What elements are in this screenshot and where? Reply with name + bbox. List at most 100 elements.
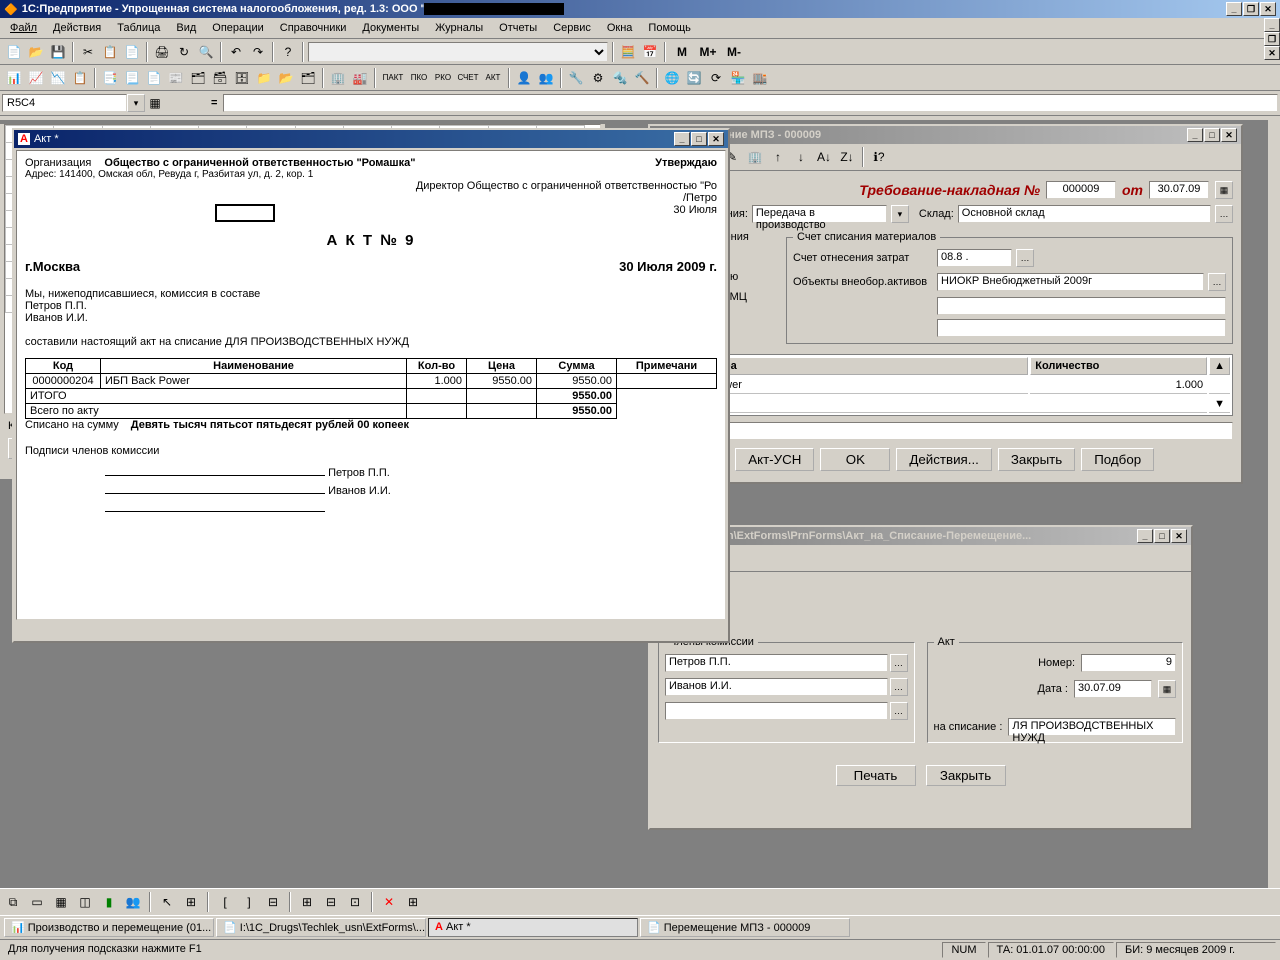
trans-btn-act[interactable]: Акт-УСН <box>735 448 814 471</box>
formula-input[interactable] <box>223 94 1278 112</box>
tb2-32[interactable]: 🏬 <box>750 68 770 88</box>
help-icon[interactable]: ? <box>278 42 298 62</box>
menu-journals[interactable]: Журналы <box>429 20 489 36</box>
task-1[interactable]: 📊 Производство и перемещение (01... <box>4 918 214 937</box>
calendar-icon[interactable]: 📅 <box>640 42 660 62</box>
save-icon[interactable]: 💾 <box>48 42 68 62</box>
minimize-btn[interactable]: _ <box>1226 2 1242 16</box>
new-icon[interactable]: 📄 <box>4 42 24 62</box>
goto-icon[interactable]: ▦ <box>145 93 165 113</box>
tb2-20[interactable]: СЧЕТ <box>456 68 480 88</box>
trans-tb-help[interactable]: ℹ? <box>869 147 889 167</box>
tb2-8[interactable]: 📰 <box>166 68 186 88</box>
close-btn[interactable]: ✕ <box>1260 2 1276 16</box>
ib-4[interactable]: ◫ <box>75 892 95 912</box>
menu-docs[interactable]: Документы <box>356 20 425 36</box>
ib-13[interactable]: ⊟ <box>321 892 341 912</box>
trans-num[interactable]: 000009 <box>1046 181 1116 199</box>
mdi-min[interactable]: _ <box>1264 18 1280 32</box>
comment-field[interactable] <box>677 422 1233 440</box>
menu-windows[interactable]: Окна <box>601 20 639 36</box>
m1-sel[interactable]: … <box>890 654 908 672</box>
trans-btn-ok[interactable]: OK <box>820 448 890 471</box>
prn-titlebar[interactable]: гs\Techlek_usn\ExtForms\PrnForms\Акт_на_… <box>650 527 1191 545</box>
tb2-26[interactable]: 🔩 <box>610 68 630 88</box>
ib-7[interactable]: ↖ <box>157 892 177 912</box>
act-close-btn[interactable]: ✕ <box>708 132 724 146</box>
tb2-4[interactable]: 📋 <box>70 68 90 88</box>
tb2-19[interactable]: РКО <box>432 68 454 88</box>
ib-8[interactable]: ⊞ <box>181 892 201 912</box>
restore-btn[interactable]: ❐ <box>1243 2 1259 16</box>
print-button[interactable]: Печать <box>836 765 916 786</box>
tb2-24[interactable]: 🔧 <box>566 68 586 88</box>
trans-tb-5[interactable]: 🏢 <box>745 147 765 167</box>
trans-btn-select[interactable]: Подбор <box>1081 448 1154 471</box>
tb2-18[interactable]: ПКО <box>408 68 430 88</box>
task-2[interactable]: 📄 I:\1C_Drugs\Techlek_usn\ExtForms\... <box>216 918 426 937</box>
tb2-1[interactable]: 📊 <box>4 68 24 88</box>
tb2-30[interactable]: ⟳ <box>706 68 726 88</box>
ib-5[interactable]: ▮ <box>99 892 119 912</box>
tb2-5[interactable]: 📑 <box>100 68 120 88</box>
redo-icon[interactable]: ↷ <box>248 42 268 62</box>
mdi-max[interactable]: ❐ <box>1264 32 1280 46</box>
member-1[interactable]: Петров П.П. <box>665 654 888 672</box>
tb2-14[interactable]: 🗂 <box>298 68 318 88</box>
ib-15[interactable]: ✕ <box>379 892 399 912</box>
prn-min-btn[interactable]: _ <box>1137 529 1153 543</box>
search-icon[interactable]: 🔍 <box>196 42 216 62</box>
act-date[interactable]: 30.07.09 <box>1074 680 1152 698</box>
member-2[interactable]: Иванов И.И. <box>665 678 888 696</box>
acc-sel-icon[interactable]: … <box>1016 249 1034 267</box>
tb2-6[interactable]: 📃 <box>122 68 142 88</box>
tb2-7[interactable]: 📄 <box>144 68 164 88</box>
trans-tb-sort2[interactable]: Z↓ <box>837 147 857 167</box>
tb2-22[interactable]: 👤 <box>514 68 534 88</box>
extra-field-1[interactable] <box>937 297 1226 315</box>
extra-field-2[interactable] <box>937 319 1226 337</box>
undo-icon[interactable]: ↶ <box>226 42 246 62</box>
ib-9[interactable]: [ <box>215 892 235 912</box>
menu-actions[interactable]: Действия <box>47 20 107 36</box>
tb2-10[interactable]: 🗃 <box>210 68 230 88</box>
m2-sel[interactable]: … <box>890 678 908 696</box>
menu-table[interactable]: Таблица <box>111 20 166 36</box>
refresh-icon[interactable]: ↻ <box>174 42 194 62</box>
sklad-sel-icon[interactable]: … <box>1215 205 1233 223</box>
ib-14[interactable]: ⊡ <box>345 892 365 912</box>
trans-min-btn[interactable]: _ <box>1187 128 1203 142</box>
act-date-picker-icon[interactable]: ▦ <box>1158 680 1176 698</box>
trans-tb-down[interactable]: ↓ <box>791 147 811 167</box>
menu-reports[interactable]: Отчеты <box>493 20 543 36</box>
obj-field[interactable]: НИОКР Внебюджетный 2009г <box>937 273 1204 291</box>
act-max-btn[interactable]: □ <box>691 132 707 146</box>
mplus-btn[interactable]: M+ <box>696 42 720 62</box>
trans-close-btn[interactable]: ✕ <box>1221 128 1237 142</box>
member-3[interactable] <box>665 702 888 720</box>
prn-close-btn[interactable]: ✕ <box>1171 529 1187 543</box>
ib-16[interactable]: ⊞ <box>403 892 423 912</box>
trans-date[interactable]: 30.07.09 <box>1149 181 1209 199</box>
tb2-2[interactable]: 📈 <box>26 68 46 88</box>
act-titlebar[interactable]: А Акт * _ □ ✕ <box>14 130 728 148</box>
cell-ref-input[interactable] <box>2 94 127 112</box>
trans-max-btn[interactable]: □ <box>1204 128 1220 142</box>
mminus-btn[interactable]: M- <box>722 42 746 62</box>
task-4[interactable]: 📄 Перемещение МПЗ - 000009 <box>640 918 850 937</box>
type-field[interactable]: Передача в производство <box>752 205 887 223</box>
act-num[interactable]: 9 <box>1081 654 1176 672</box>
ib-10[interactable]: ] <box>239 892 259 912</box>
tb2-31[interactable]: 🏪 <box>728 68 748 88</box>
type-dd-icon[interactable]: ▾ <box>891 205 909 223</box>
ib-1[interactable]: ⧉ <box>3 892 23 912</box>
acc-field[interactable]: 08.8 . <box>937 249 1012 267</box>
cut-icon[interactable]: ✂ <box>78 42 98 62</box>
m3-sel[interactable]: … <box>890 702 908 720</box>
ib-6[interactable]: 👥 <box>123 892 143 912</box>
tb2-17[interactable]: ПАКТ <box>380 68 406 88</box>
menu-refs[interactable]: Справочники <box>274 20 353 36</box>
m-btn[interactable]: M <box>670 42 694 62</box>
calc-icon[interactable]: 🧮 <box>618 42 638 62</box>
print-icon[interactable]: 🖨 <box>152 42 172 62</box>
